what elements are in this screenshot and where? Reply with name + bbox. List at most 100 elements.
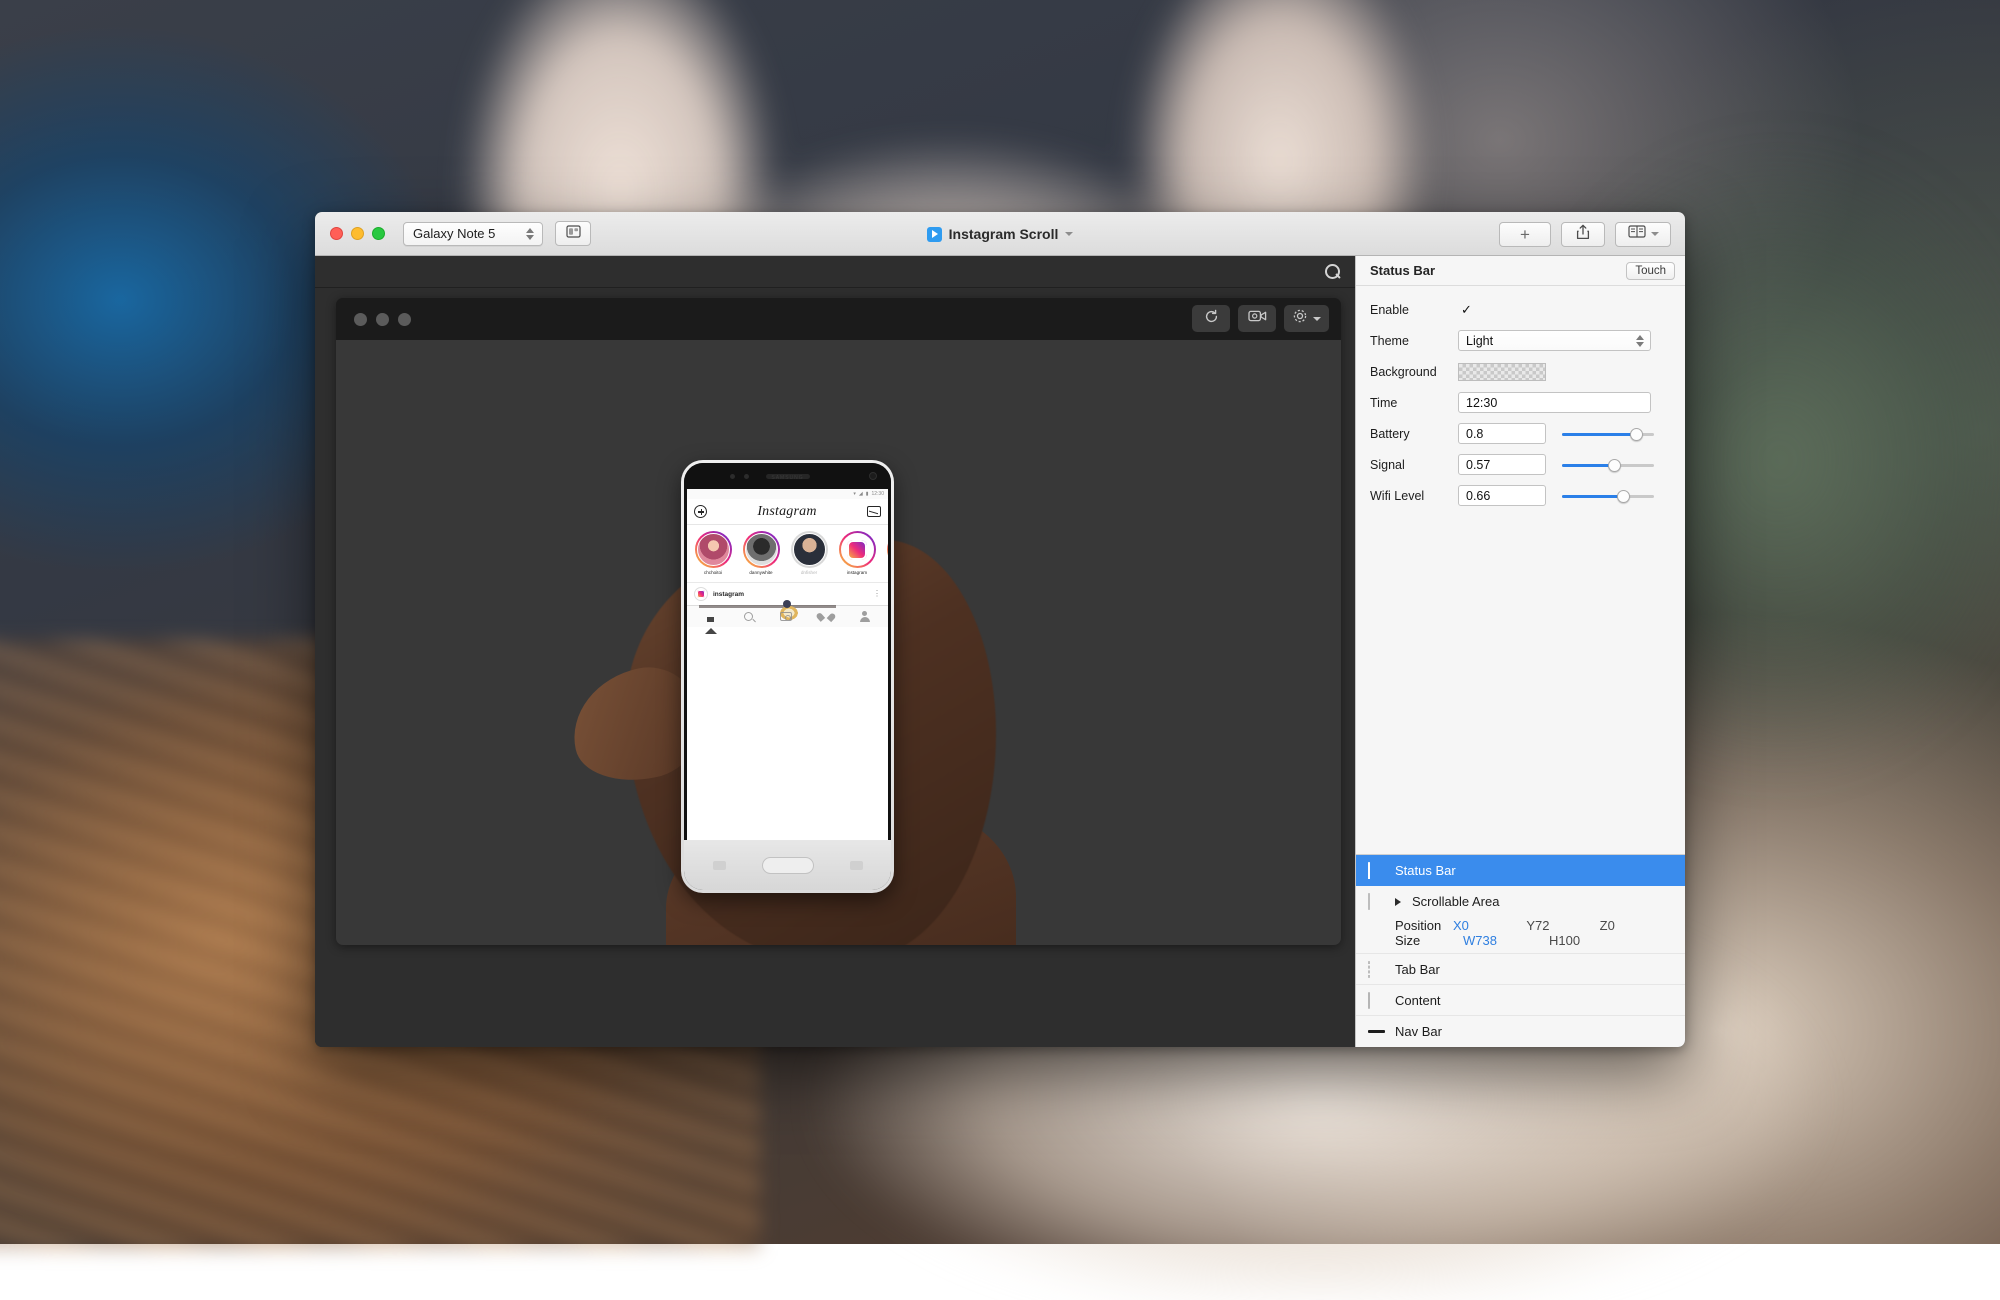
traffic-lights [330,227,385,240]
gear-icon [1292,308,1308,329]
detail-z[interactable]: Z0 [1600,918,1673,933]
restart-button[interactable] [1192,305,1230,332]
minimize-button[interactable] [351,227,364,240]
home-key[interactable] [762,857,814,874]
chevron-down-icon [1651,232,1659,236]
story-item[interactable]: instagram [836,531,878,582]
enable-checkbox[interactable]: ✓ [1458,301,1475,318]
home-icon[interactable] [705,611,716,622]
wifi-level-slider[interactable] [1562,488,1654,504]
split-view-icon [566,225,581,243]
photo-pier [699,605,836,608]
person-icon[interactable] [859,611,870,622]
wifi-icon: ◢ [859,491,863,497]
story-username: chchoitoi [692,570,734,575]
back-key[interactable] [850,861,863,870]
layer-label: Content [1395,993,1441,1008]
signal-slider[interactable] [1562,457,1654,473]
background-color-swatch[interactable] [1458,363,1546,381]
patch-canvas[interactable]: SAMSUNG ▾ ◢ ▮ [315,288,1355,1047]
folder-icon [1368,894,1386,909]
search-icon[interactable] [744,612,753,621]
device-selector[interactable]: Galaxy Note 5 [403,222,543,246]
property-label: Wifi Level [1370,489,1458,503]
layer-row-status-bar[interactable]: Status Bar [1356,855,1685,886]
story-username: dnfisher [788,570,830,575]
window-titlebar: Galaxy Note 5 Instagram Scroll + [315,212,1685,256]
panels-icon [1628,225,1646,243]
layer-row-content[interactable]: Content [1356,985,1685,1016]
plus-circle-icon[interactable] [694,505,707,518]
heart-icon[interactable] [820,612,831,622]
chevron-down-icon[interactable] [1065,232,1073,236]
view-options-button[interactable] [1615,222,1671,247]
detail-w[interactable]: W738 [1463,933,1549,948]
device-brand-label: SAMSUNG [771,475,803,481]
record-button[interactable] [1238,305,1276,332]
touch-mode-button[interactable]: Touch [1626,262,1675,280]
property-row-theme: Theme Light [1370,325,1675,356]
detail-h[interactable]: H100 [1549,933,1635,948]
instagram-logo: Instagram [757,504,816,520]
instagram-navbar: Instagram [687,499,888,525]
patch-canvas-column: SAMSUNG ▾ ◢ ▮ [315,256,1355,1047]
inspector-spacer [1356,511,1685,854]
signal-input[interactable]: 0.57 [1458,454,1546,475]
property-label: Background [1370,365,1458,379]
layer-row-tab-bar[interactable]: Tab Bar [1356,954,1685,985]
document-title[interactable]: Instagram Scroll [949,226,1059,242]
device-screen: ▾ ◢ ▮ 12:30 Instagram [687,489,888,840]
viewer-minimize-button[interactable] [376,313,389,326]
share-button[interactable] [1561,222,1605,247]
image-icon [1368,993,1386,1008]
property-row-battery: Battery 0.8 [1370,418,1675,449]
detail-x[interactable]: X0 [1453,918,1526,933]
wifi-level-input[interactable]: 0.66 [1458,485,1546,506]
layer-label: Scrollable Area [1412,894,1499,909]
inspector-header: Status Bar Touch [1356,256,1685,286]
story-item[interactable]: chchoitoi [692,531,734,582]
property-label: Time [1370,396,1458,410]
story-item[interactable]: john [884,531,888,582]
disclosure-triangle-icon[interactable] [1395,898,1401,906]
direct-message-icon[interactable] [867,506,881,517]
layer-row-nav-bar[interactable]: Nav Bar [1356,1016,1685,1047]
close-button[interactable] [330,227,343,240]
property-label: Signal [1370,458,1458,472]
settings-button[interactable] [1284,305,1329,332]
layer-detail-position: Position X0 Y72 Z0 [1356,918,1685,933]
restart-icon [1204,309,1219,329]
layout-toggle-button[interactable] [555,221,591,246]
inspector-properties: Enable ✓ Theme Light Background Time [1356,286,1685,511]
property-label: Enable [1370,303,1458,317]
proximity-sensor-icon [730,474,735,479]
detail-y[interactable]: Y72 [1526,918,1599,933]
post-author-avatar[interactable] [694,587,708,601]
search-icon[interactable] [1325,264,1341,280]
add-patch-button[interactable]: + [1499,222,1551,247]
plus-icon: + [1520,226,1530,243]
time-input[interactable]: 12:30 [1458,392,1651,413]
story-avatar [695,531,732,568]
post-author-name[interactable]: instagram [713,591,868,598]
more-vertical-icon[interactable]: ⋮ [873,592,881,596]
battery-input[interactable]: 0.8 [1458,423,1546,444]
hand-holding-phone-photo: SAMSUNG ▾ ◢ ▮ [336,340,1341,945]
canvas-toolbar [315,256,1355,288]
layer-row-scrollable-area[interactable]: Scrollable Area [1356,886,1685,917]
android-status-bar-icon [1368,863,1386,878]
stories-tray[interactable]: chchoitoi dannywhite [687,525,888,583]
viewer-zoom-button[interactable] [398,313,411,326]
story-item[interactable]: dannywhite [740,531,782,582]
camera-icon[interactable] [780,612,792,621]
device-hardware-keys [684,840,891,890]
battery-slider[interactable] [1562,426,1654,442]
recents-key[interactable] [713,861,726,870]
theme-select-value: Light [1466,334,1493,348]
story-item[interactable]: dnfisher [788,531,830,582]
theme-select[interactable]: Light [1458,330,1651,351]
viewer-close-button[interactable] [354,313,367,326]
zoom-button[interactable] [372,227,385,240]
viewer-tools [1192,305,1329,332]
inspector-panel: Status Bar Touch Enable ✓ Theme Light Ba… [1355,256,1685,1047]
